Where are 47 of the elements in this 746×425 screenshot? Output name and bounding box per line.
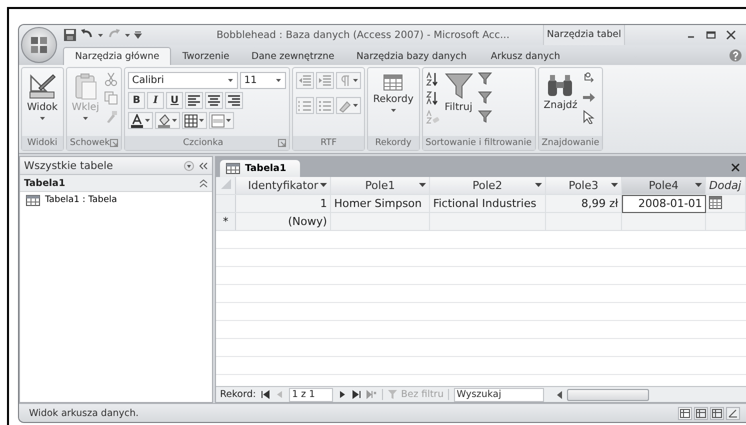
- ribbon-tab[interactable]: Dane zewnętrzne: [240, 47, 346, 65]
- column-header[interactable]: Pole1: [330, 177, 430, 194]
- active-cell[interactable]: 2008-01-01: [622, 194, 706, 212]
- size-field[interactable]: 11: [240, 72, 286, 89]
- column-header[interactable]: Pole2: [430, 177, 546, 194]
- font-size-value: 11: [244, 75, 257, 86]
- group-label: Czcionka: [182, 138, 224, 148]
- format-button[interactable]: B: [128, 92, 146, 109]
- context-title: Narzędzia tabel: [543, 25, 625, 45]
- ribbon-tab[interactable]: Tworzenie: [171, 47, 240, 65]
- group-label: Rekordy: [375, 138, 412, 148]
- table-item[interactable]: Tabela1 : Tabela: [20, 192, 212, 208]
- table-cell: Fictional Industries: [430, 194, 546, 212]
- group-label: Sortowanie i filtrowanie: [426, 138, 532, 148]
- ribbon-button[interactable]: Rekordy: [371, 70, 416, 116]
- search-field[interactable]: Wyszukaj: [454, 388, 544, 402]
- add-column-header[interactable]: Dodaj: [706, 177, 746, 194]
- group-label: Widoki: [27, 138, 58, 148]
- ribbon-tab[interactable]: Narzędzia główne: [63, 47, 172, 65]
- ribbon-tab[interactable]: Narzędzia bazy danych: [345, 47, 478, 65]
- window-title: Bobblehead : Baza danych (Access 2007) - Microsoft Acc...: [215, 30, 511, 40]
- ribbon-button[interactable]: Filtruj: [442, 70, 474, 115]
- document-tab[interactable]: Tabela1: [220, 160, 300, 177]
- ribbon-tab[interactable]: Arkusz danych: [480, 47, 572, 65]
- group-label: Znajdowanie: [542, 138, 600, 148]
- group-title: Tabela1: [24, 178, 66, 188]
- table-cell: Homer Simpson: [330, 194, 430, 212]
- ribbon-button[interactable]: Znajdź: [542, 70, 580, 113]
- format-button[interactable]: I: [147, 92, 164, 109]
- record-position-field[interactable]: 1 z 1: [288, 388, 333, 402]
- font-name: Calibri: [132, 75, 164, 86]
- group-label: Schowek: [70, 138, 110, 148]
- table-cell: 1: [236, 194, 331, 212]
- record-label: Rekord:: [220, 389, 256, 400]
- ribbon-button[interactable]: Widok: [25, 70, 60, 124]
- group-label: RTF: [320, 138, 337, 148]
- table-cell: (Nowy): [236, 212, 331, 230]
- status-text: Widok arkusza danych.: [29, 408, 139, 418]
- column-header[interactable]: Identyfikator: [236, 177, 331, 194]
- format-button[interactable]: U: [166, 92, 184, 109]
- table-cell: 8,99 zł: [545, 194, 622, 212]
- column-header[interactable]: Pole4: [622, 177, 706, 194]
- group-header[interactable]: Tabela1: [20, 175, 212, 192]
- column-header[interactable]: Pole3: [545, 177, 622, 194]
- font-field[interactable]: Calibri: [128, 72, 238, 89]
- pane-title: Wszystkie tabele: [24, 160, 114, 172]
- new-record-marker[interactable]: *: [216, 212, 236, 230]
